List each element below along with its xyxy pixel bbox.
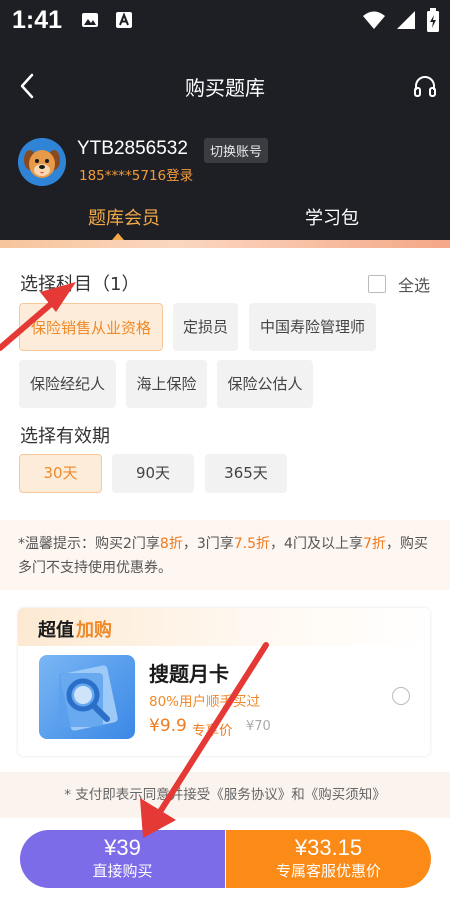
addon-subtitle: 80%用户顺手买过 (149, 694, 261, 710)
nav-bar: 购买题库 (0, 60, 450, 112)
validity-section-title: 选择有效期 (20, 426, 110, 447)
dog-avatar-icon (18, 138, 66, 186)
battery-icon (426, 8, 440, 36)
tab-study-packs[interactable]: 学习包 (305, 204, 359, 230)
tip-text: *温馨提示：购买2门享 (18, 536, 160, 552)
addon-radio[interactable] (392, 687, 410, 705)
addon-price: ¥9.9 (149, 716, 187, 736)
account-info: YTB2856532 切换账号 185****5716登录 (18, 136, 438, 186)
signal-icon (396, 10, 416, 34)
tab-active-indicator (112, 233, 124, 240)
buy-now-button[interactable]: ¥39 直接购买 (20, 830, 225, 888)
a-notification-icon (114, 10, 134, 34)
subject-chip[interactable]: 保险销售从业资格 (19, 303, 163, 351)
user-id: YTB2856532 (77, 138, 188, 159)
agreement-text: * 支付即表示同意并接受《服务协议》和《购买须知》 (0, 772, 450, 818)
page-title: 购买题库 (185, 76, 265, 100)
select-all-label: 全选 (397, 276, 430, 295)
wifi-icon (362, 10, 386, 34)
select-all-toggle[interactable]: 全选 (367, 272, 430, 296)
addon-image (39, 655, 135, 739)
subject-chip[interactable]: 保险经纪人 (19, 360, 116, 408)
subject-chip[interactable]: 中国寿险管理师 (249, 303, 376, 351)
cs-label: 专属客服优惠价 (275, 862, 381, 880)
tab-bar: 题库会员 学习包 (0, 198, 450, 242)
bottom-action-bar: ¥39 直接购买 ¥33.15 专属客服优惠价 (0, 818, 450, 900)
status-bar: 1:41 (0, 0, 450, 44)
addon-card[interactable]: 超值 加购 搜题月卡 80%用户顺手买过 ¥9.9 专享价 ¥70 (18, 608, 430, 756)
addon-price-label: 专享价 (192, 723, 233, 739)
tip-text: ，3门享 (182, 536, 234, 552)
addon-header-title: 超值 (38, 620, 74, 641)
image-notification-icon (80, 10, 100, 34)
validity-chip[interactable]: 365天 (205, 454, 287, 493)
subject-chip[interactable]: 定损员 (173, 303, 238, 351)
headset-icon (414, 76, 436, 97)
cs-price: ¥33.15 (294, 835, 363, 860)
tab-members[interactable]: 题库会员 (88, 204, 160, 230)
tip-discount: 7折 (362, 536, 386, 552)
select-all-checkbox[interactable] (367, 275, 386, 293)
tip-discount: 8折 (159, 536, 183, 552)
subject-chip[interactable]: 海上保险 (126, 360, 207, 408)
status-time: 1:41 (12, 6, 63, 34)
header-divider (0, 240, 450, 248)
customer-service-price-button[interactable]: ¥33.15 专属客服优惠价 (226, 830, 431, 888)
addon-name: 搜题月卡 (149, 662, 229, 686)
buy-price: ¥39 (104, 835, 141, 860)
customer-service-button[interactable] (412, 74, 438, 100)
validity-chip[interactable]: 90天 (112, 454, 194, 493)
discount-tip: *温馨提示：购买2门享8折，3门享7.5折，4门及以上享7折，购买多门不支持使用… (0, 520, 450, 590)
switch-account-button[interactable]: 切换账号 (204, 138, 269, 163)
phone-login-text: 185****5716登录 (79, 168, 194, 184)
addon-header: 超值 加购 (18, 608, 430, 646)
addon-original-price: ¥70 (246, 719, 271, 734)
validity-chip[interactable]: 30天 (19, 454, 102, 493)
subject-section-title: 选择科目（1） (20, 274, 140, 295)
buy-label: 直接购买 (92, 862, 153, 880)
tip-discount: 7.5折 (233, 536, 271, 552)
addon-header-highlight: 加购 (76, 620, 112, 641)
avatar[interactable] (18, 138, 66, 186)
search-card-icon (59, 665, 118, 731)
subject-chip[interactable]: 保险公估人 (217, 360, 313, 408)
tip-text: ，4门及以上享 (270, 536, 363, 552)
